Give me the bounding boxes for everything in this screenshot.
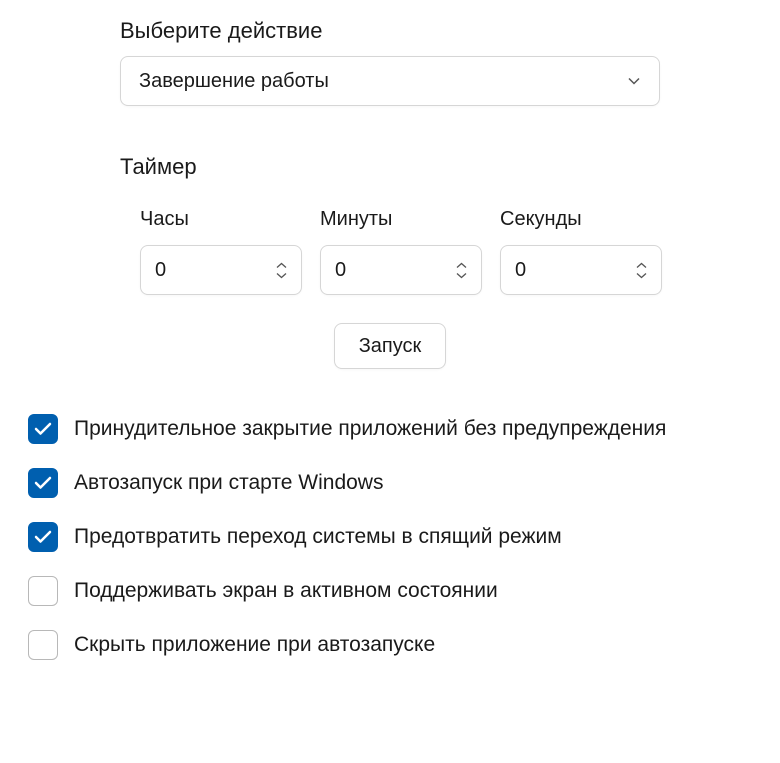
minutes-label: Минуты <box>320 208 482 231</box>
hours-input[interactable]: 0 <box>140 245 302 295</box>
timer-row: Часы 0 Минуты 0 Секунды 0 <box>120 208 780 295</box>
check-icon <box>34 422 52 436</box>
hide-on-autostart-label[interactable]: Скрыть приложение при автозапуске <box>74 633 435 657</box>
hide-on-autostart-checkbox[interactable] <box>28 630 58 660</box>
minutes-column: Минуты 0 <box>320 208 482 295</box>
keep-screen-checkbox[interactable] <box>28 576 58 606</box>
prevent-sleep-checkbox[interactable] <box>28 522 58 552</box>
start-button-row: Запуск <box>0 323 780 369</box>
action-section: Выберите действие Завершение работы <box>0 18 780 106</box>
minutes-value: 0 <box>335 259 346 282</box>
option-force-close: Принудительное закрытие приложений без п… <box>28 414 780 444</box>
stepper-down-icon[interactable] <box>636 272 647 279</box>
minutes-stepper <box>456 262 467 279</box>
option-autostart: Автозапуск при старте Windows <box>28 468 780 498</box>
options-list: Принудительное закрытие приложений без п… <box>0 414 780 660</box>
keep-screen-label[interactable]: Поддерживать экран в активном состоянии <box>74 579 498 603</box>
stepper-up-icon[interactable] <box>456 262 467 269</box>
hours-label: Часы <box>140 208 302 231</box>
action-dropdown[interactable]: Завершение работы <box>120 56 660 106</box>
stepper-down-icon[interactable] <box>276 272 287 279</box>
seconds-label: Секунды <box>500 208 662 231</box>
stepper-down-icon[interactable] <box>456 272 467 279</box>
action-label: Выберите действие <box>120 18 660 44</box>
prevent-sleep-label[interactable]: Предотвратить переход системы в спящий р… <box>74 525 562 549</box>
autostart-checkbox[interactable] <box>28 468 58 498</box>
chevron-down-icon <box>627 74 641 88</box>
hours-column: Часы 0 <box>140 208 302 295</box>
option-hide-on-autostart: Скрыть приложение при автозапуске <box>28 630 780 660</box>
seconds-value: 0 <box>515 259 526 282</box>
timer-section: Таймер Часы 0 Минуты 0 Секу <box>0 154 780 295</box>
start-button[interactable]: Запуск <box>334 323 447 369</box>
force-close-label[interactable]: Принудительное закрытие приложений без п… <box>74 417 666 441</box>
check-icon <box>34 530 52 544</box>
hours-stepper <box>276 262 287 279</box>
seconds-input[interactable]: 0 <box>500 245 662 295</box>
hours-value: 0 <box>155 259 166 282</box>
stepper-up-icon[interactable] <box>636 262 647 269</box>
force-close-checkbox[interactable] <box>28 414 58 444</box>
check-icon <box>34 476 52 490</box>
minutes-input[interactable]: 0 <box>320 245 482 295</box>
seconds-column: Секунды 0 <box>500 208 662 295</box>
stepper-up-icon[interactable] <box>276 262 287 269</box>
option-prevent-sleep: Предотвратить переход системы в спящий р… <box>28 522 780 552</box>
timer-label: Таймер <box>120 154 780 180</box>
option-keep-screen: Поддерживать экран в активном состоянии <box>28 576 780 606</box>
autostart-label[interactable]: Автозапуск при старте Windows <box>74 471 383 495</box>
seconds-stepper <box>636 262 647 279</box>
action-dropdown-value: Завершение работы <box>139 70 329 93</box>
